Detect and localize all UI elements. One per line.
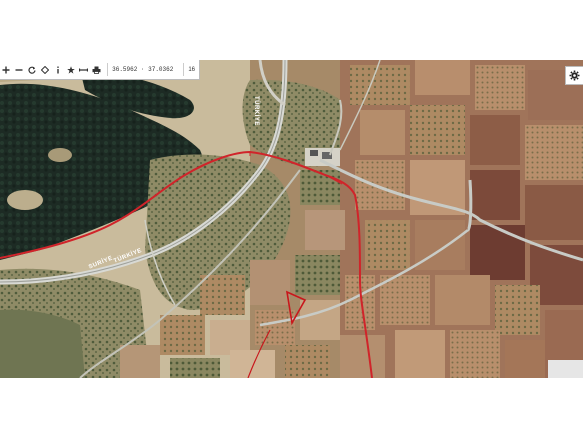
print-button[interactable] bbox=[90, 60, 103, 79]
favorite-button[interactable] bbox=[64, 60, 77, 79]
center-icon bbox=[41, 65, 50, 74]
zoom-out-button[interactable] bbox=[13, 60, 26, 79]
zoom-out-icon bbox=[15, 68, 23, 71]
coordinates-readout: 36.5962 · 37.0362 bbox=[107, 63, 177, 76]
refresh-button[interactable] bbox=[26, 60, 39, 79]
favorite-star-icon bbox=[67, 65, 75, 74]
measure-icon bbox=[79, 68, 89, 71]
measure-button[interactable] bbox=[77, 60, 90, 79]
info-icon bbox=[57, 66, 59, 73]
zoom-level: 16 bbox=[183, 63, 199, 76]
settings-button[interactable] bbox=[565, 66, 583, 85]
satellite-map[interactable] bbox=[0, 60, 583, 378]
center-button[interactable] bbox=[39, 60, 52, 79]
map-toolbar: 36.5962 · 37.0362 16 bbox=[0, 60, 200, 80]
info-button[interactable] bbox=[52, 60, 65, 79]
print-icon bbox=[92, 66, 101, 74]
zoom-in-button[interactable] bbox=[0, 60, 13, 79]
zoom-in-icon bbox=[2, 66, 10, 73]
gear-icon bbox=[569, 70, 580, 81]
map-label-turkiye-vertical: TÜRKİYE bbox=[253, 96, 259, 126]
refresh-icon bbox=[28, 66, 36, 74]
